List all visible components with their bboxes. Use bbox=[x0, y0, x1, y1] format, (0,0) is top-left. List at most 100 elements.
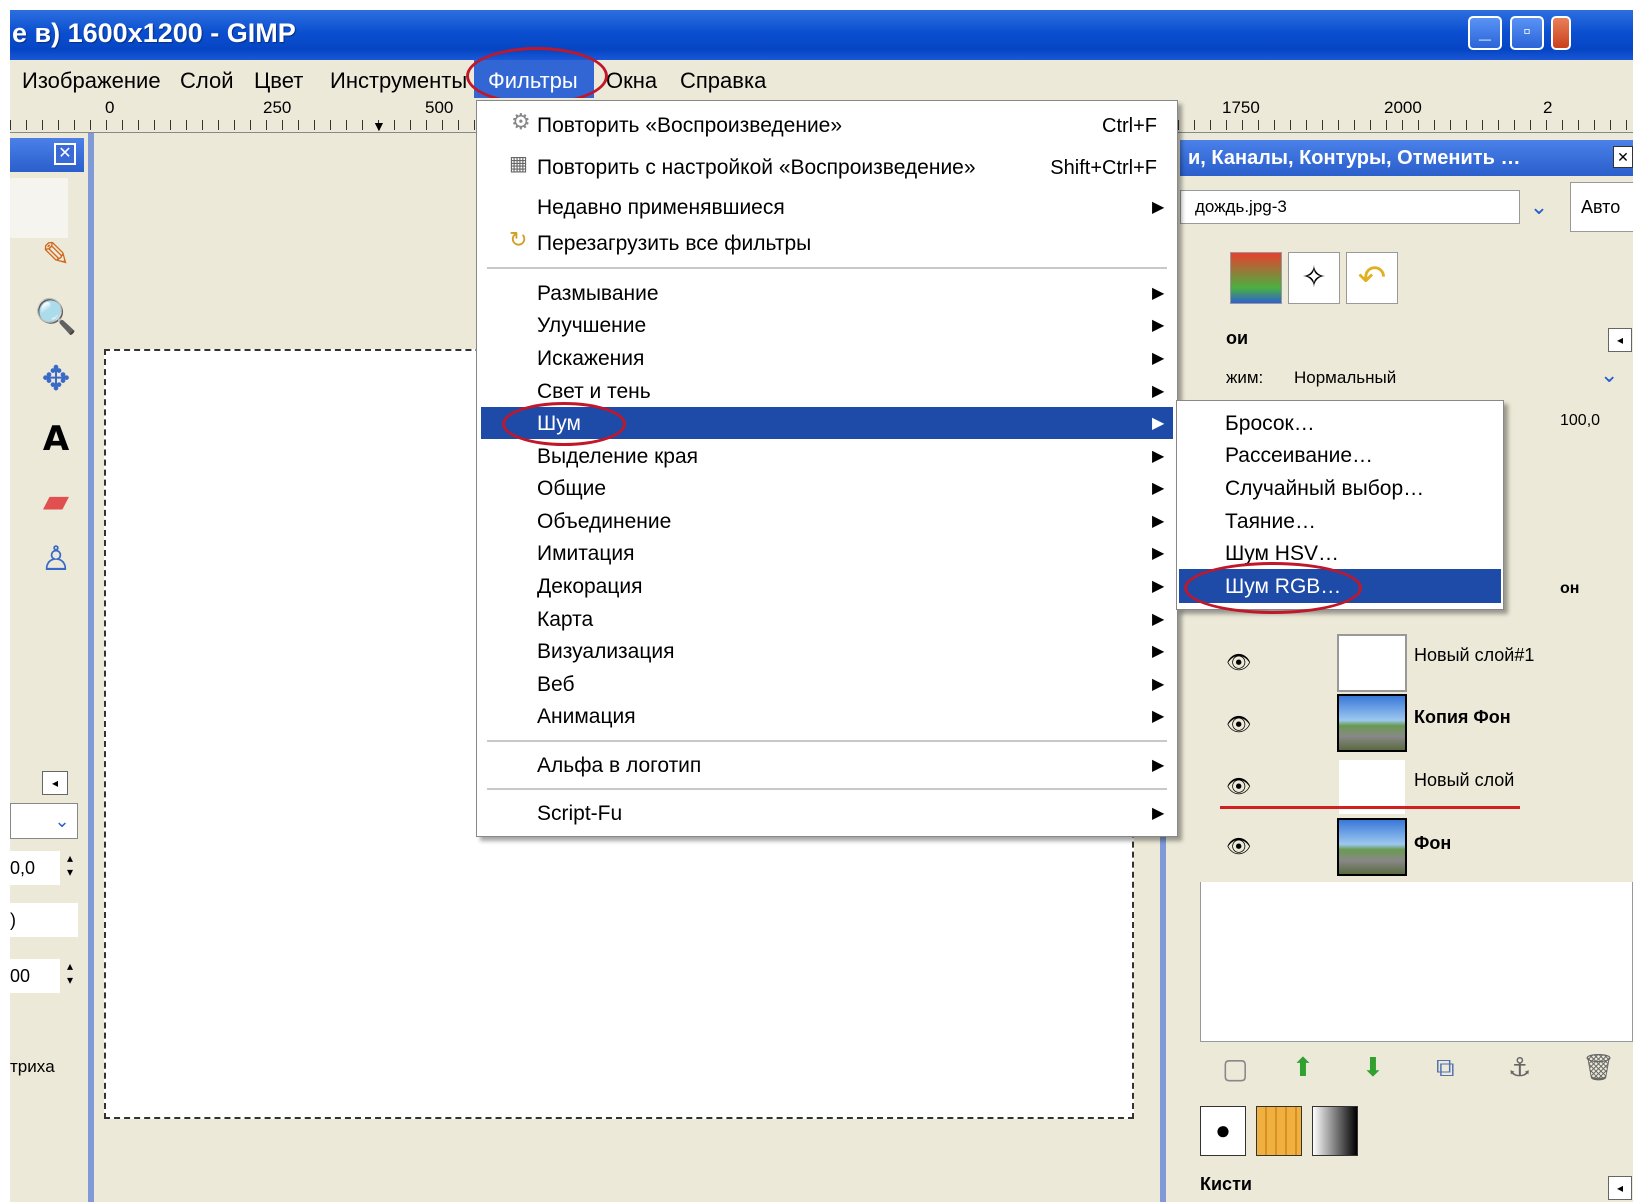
noise-callout-ring bbox=[502, 402, 626, 446]
menu-item-reload[interactable]: Перезагрузить все фильтры bbox=[537, 229, 811, 259]
menu-item-pick[interactable]: Случайный выбор… bbox=[1225, 474, 1424, 504]
reshow-icon: ▦ bbox=[509, 153, 528, 175]
toolbox-field-1[interactable]: 0,0 bbox=[10, 851, 60, 885]
restore-button[interactable]: ▫ bbox=[1510, 16, 1544, 50]
submenu-arrow-icon: ▶ bbox=[1152, 199, 1165, 216]
eraser-icon[interactable]: ▰ bbox=[34, 479, 78, 523]
panel-menu-icon[interactable]: ◂ bbox=[1608, 1176, 1632, 1200]
layer-name[interactable]: Копия Фон bbox=[1414, 707, 1511, 728]
menu-help[interactable]: Справка bbox=[680, 68, 766, 94]
menu-item-spread[interactable]: Рассеивание… bbox=[1225, 441, 1373, 471]
submenu-arrow-icon: ▶ bbox=[1152, 757, 1165, 774]
menu-item-combine[interactable]: Объединение bbox=[537, 507, 671, 537]
pattern-icon[interactable] bbox=[1256, 1106, 1302, 1156]
menu-item-map[interactable]: Карта bbox=[537, 605, 593, 635]
toolbox-field-3[interactable]: 00 bbox=[10, 959, 60, 993]
trash-icon[interactable]: 🗑 bbox=[1582, 1052, 1615, 1083]
menu-layer[interactable]: Слой bbox=[180, 68, 234, 94]
title-bar: е в) 1600x1200 - GIMP _ ▫ bbox=[10, 10, 1633, 60]
submenu-arrow-icon: ▶ bbox=[1152, 415, 1165, 432]
submenu-arrow-icon: ▶ bbox=[1152, 643, 1165, 660]
submenu-arrow-icon: ▶ bbox=[1152, 676, 1165, 693]
spin-icon[interactable]: ▴ ▾ bbox=[62, 851, 78, 885]
mode-value[interactable]: Нормальный bbox=[1294, 368, 1396, 388]
chevron-down-icon[interactable]: ⌄ bbox=[48, 805, 76, 837]
image-select[interactable]: дождь.jpg-3 bbox=[1180, 190, 1520, 224]
menu-separator bbox=[487, 267, 1167, 269]
menu-item-web[interactable]: Веб bbox=[537, 670, 574, 700]
menu-item-alpha-to-logo[interactable]: Альфа в логотип bbox=[537, 751, 701, 781]
brush-icon[interactable]: ● bbox=[1200, 1106, 1246, 1156]
menu-item-generic[interactable]: Общие bbox=[537, 474, 606, 504]
menu-item-script-fu[interactable]: Script-Fu bbox=[537, 799, 622, 829]
gradient-icon[interactable] bbox=[1312, 1106, 1358, 1156]
raise-layer-icon[interactable]: ⬆ bbox=[1292, 1052, 1314, 1083]
menu-separator bbox=[487, 788, 1167, 790]
submenu-arrow-icon: ▶ bbox=[1152, 448, 1165, 465]
chevron-down-icon[interactable]: ⌄ bbox=[1600, 362, 1618, 388]
menu-item-recent[interactable]: Недавно применявшиеся bbox=[537, 193, 785, 223]
eye-icon[interactable]: 👁 bbox=[1226, 650, 1251, 675]
submenu-arrow-icon: ▶ bbox=[1152, 350, 1165, 367]
eye-icon[interactable]: 👁 bbox=[1226, 774, 1251, 799]
dock-title: и, Каналы, Контуры, Отменить … bbox=[1180, 140, 1633, 176]
menu-item-blur[interactable]: Размывание bbox=[537, 279, 659, 309]
auto-button[interactable]: Авто bbox=[1570, 182, 1633, 232]
submenu-arrow-icon: ▶ bbox=[1152, 285, 1165, 302]
menu-item-repeat[interactable]: Повторить «Воспроизведение» bbox=[537, 111, 842, 141]
text-tool-icon[interactable]: A bbox=[34, 417, 78, 461]
chevron-down-icon[interactable]: ⌄ bbox=[1522, 190, 1556, 224]
menu-item-hurl[interactable]: Бросок… bbox=[1225, 409, 1315, 439]
layer-name-partial: он bbox=[1560, 580, 1580, 597]
layer-name[interactable]: Фон bbox=[1414, 833, 1451, 854]
close-icon[interactable]: ✕ bbox=[54, 143, 76, 165]
drop-indicator bbox=[1220, 806, 1520, 809]
menu-item-decor[interactable]: Декорация bbox=[537, 572, 643, 602]
ruler-label: 2 bbox=[1543, 98, 1553, 117]
submenu-arrow-icon: ▶ bbox=[1152, 480, 1165, 497]
menu-image[interactable]: Изображение bbox=[22, 68, 161, 94]
undo-tab-icon[interactable]: ↶ bbox=[1346, 252, 1398, 304]
menu-item-render[interactable]: Визуализация bbox=[537, 637, 675, 667]
panel-menu-icon[interactable]: ◂ bbox=[42, 771, 68, 795]
minimize-button[interactable]: _ bbox=[1468, 16, 1502, 50]
panel-menu-icon[interactable]: ◂ bbox=[1608, 328, 1632, 352]
shortcut-label: Ctrl+F bbox=[1102, 115, 1157, 137]
layer-name[interactable]: Новый слой#1 bbox=[1414, 645, 1534, 666]
submenu-arrow-icon: ▶ bbox=[1152, 383, 1165, 400]
filters-callout-ring bbox=[466, 47, 608, 105]
layer-name[interactable]: Новый слой bbox=[1414, 770, 1514, 791]
layers-tab-icon[interactable] bbox=[1230, 252, 1282, 304]
toolbox-field-2[interactable]: ) bbox=[10, 903, 78, 937]
menu-item-slur[interactable]: Таяние… bbox=[1225, 507, 1316, 537]
menu-item-edge-detect[interactable]: Выделение края bbox=[537, 442, 698, 472]
clone-icon[interactable]: ♙ bbox=[34, 537, 78, 581]
close-button[interactable] bbox=[1551, 16, 1571, 50]
eye-icon[interactable]: 👁 bbox=[1226, 834, 1251, 859]
menu-item-distort[interactable]: Искажения bbox=[537, 344, 644, 374]
lower-layer-icon[interactable]: ⬇ bbox=[1362, 1052, 1384, 1083]
color-picker-icon[interactable]: ✎ bbox=[34, 233, 78, 277]
submenu-arrow-icon: ▶ bbox=[1152, 708, 1165, 725]
opacity-value[interactable]: 100,0 bbox=[1560, 412, 1600, 430]
menu-item-reshow[interactable]: Повторить с настройкой «Воспроизведение» bbox=[537, 153, 976, 183]
paths-tab-icon[interactable]: ✧ bbox=[1288, 252, 1340, 304]
spin-icon[interactable]: ▴ ▾ bbox=[62, 959, 78, 993]
duplicate-layer-icon[interactable]: ⧉ bbox=[1436, 1052, 1455, 1084]
submenu-arrow-icon: ▶ bbox=[1152, 611, 1165, 628]
zoom-icon[interactable]: 🔍 bbox=[34, 295, 78, 339]
new-layer-icon[interactable]: ▢ bbox=[1222, 1052, 1248, 1085]
measure-icon[interactable]: ✥ bbox=[34, 357, 78, 401]
menu-item-artistic[interactable]: Имитация bbox=[537, 539, 634, 569]
eye-icon[interactable]: 👁 bbox=[1226, 712, 1251, 737]
anchor-icon[interactable]: ⚓ bbox=[1508, 1052, 1531, 1083]
mode-label: жим: bbox=[1226, 368, 1264, 387]
menu-tools[interactable]: Инструменты bbox=[330, 68, 467, 94]
menu-color[interactable]: Цвет bbox=[254, 68, 303, 94]
ruler-label: 500 bbox=[425, 98, 454, 117]
menu-windows[interactable]: Окна bbox=[606, 68, 657, 94]
menu-item-animation[interactable]: Анимация bbox=[537, 702, 636, 732]
close-icon[interactable]: ✕ bbox=[1613, 146, 1633, 168]
toolbox-area bbox=[10, 178, 68, 238]
menu-item-enhance[interactable]: Улучшение bbox=[537, 311, 646, 341]
